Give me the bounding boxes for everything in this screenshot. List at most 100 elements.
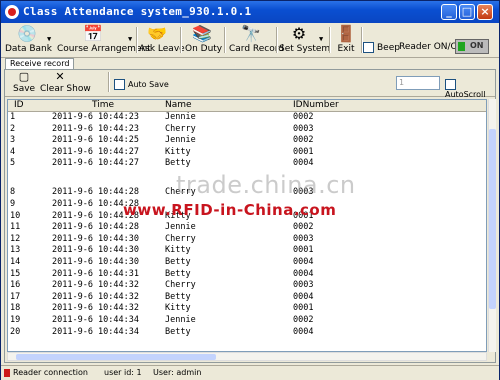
record-toolbar: ▢ Save ✕ Clear Show Auto Save 1 AutoScro… bbox=[5, 70, 495, 100]
cell-id: 18 bbox=[10, 303, 21, 314]
tab-strip: Receive record bbox=[1, 57, 499, 70]
table-row[interactable]: 15 2011-9-6 10:44:31 Betty 0004 bbox=[8, 268, 486, 280]
toolbar-separator bbox=[329, 27, 331, 53]
cell-idnumber: 0001 bbox=[293, 303, 314, 314]
cell-id: 11 bbox=[10, 222, 21, 233]
table-row[interactable]: 17 2011-9-6 10:44:32 Betty 0004 bbox=[8, 291, 486, 303]
table-row[interactable]: 12 2011-9-6 10:44:30 Cherry 0003 bbox=[8, 233, 486, 245]
table-row[interactable]: 2 2011-9-6 10:44:23 Cherry 0003 bbox=[8, 123, 486, 135]
checkbox-box[interactable] bbox=[445, 79, 456, 90]
cell-id: 13 bbox=[10, 245, 21, 256]
cell-name: Kitty bbox=[165, 245, 191, 256]
cell-name: Betty bbox=[165, 291, 191, 302]
cell-time: 2011-9-6 10:44:25 bbox=[52, 135, 139, 146]
toolbar-separator bbox=[136, 27, 138, 53]
cell-time: 2011-9-6 10:44:28 bbox=[52, 187, 139, 198]
cell-id: 2 bbox=[10, 123, 16, 134]
cell-id: 20 bbox=[10, 326, 21, 337]
records-grid[interactable]: ID Time Name IDNumber 1 2011-9-6 10:44:23… bbox=[7, 99, 487, 352]
column-header-time[interactable]: Time bbox=[92, 100, 114, 111]
cell-name: Jennie bbox=[165, 315, 196, 325]
auto-save-checkbox[interactable]: Auto Save bbox=[114, 79, 169, 90]
cell-id: 14 bbox=[10, 257, 21, 267]
scroll-thumb[interactable] bbox=[489, 129, 496, 309]
minimize-button[interactable]: _ bbox=[441, 4, 457, 20]
cell-time: 2011-9-6 10:44:30 bbox=[52, 257, 139, 267]
cell-name: Jennie bbox=[165, 222, 196, 233]
course-arrangement-button[interactable]: 📅 Course Arrangement bbox=[57, 24, 151, 55]
cell-time: 2011-9-6 10:44:30 bbox=[52, 245, 139, 256]
watermark-trade: trade.china.cn bbox=[176, 171, 356, 199]
beep-checkbox[interactable]: Beep bbox=[363, 42, 400, 53]
horizontal-scrollbar[interactable] bbox=[7, 352, 487, 361]
checkbox-box[interactable] bbox=[363, 42, 374, 53]
table-row[interactable]: 3 2011-9-6 10:44:25 Jennie 0002 bbox=[8, 134, 486, 146]
table-row[interactable]: 19 2011-9-6 10:44:34 Jennie 0002 bbox=[8, 314, 486, 326]
record-count-field[interactable]: 1 bbox=[396, 76, 440, 90]
cell-idnumber: 0001 bbox=[293, 245, 314, 256]
set-system-dropdown-arrow[interactable]: ▼ bbox=[319, 35, 323, 43]
cell-time: 2011-9-6 10:44:34 bbox=[52, 326, 139, 337]
cell-idnumber: 0003 bbox=[293, 280, 314, 291]
vertical-scrollbar[interactable] bbox=[488, 99, 496, 352]
status-bar: Reader connection user id: 1 User: admin bbox=[1, 365, 499, 380]
cell-time: 2011-9-6 10:44:23 bbox=[52, 112, 139, 122]
table-row[interactable]: 13 2011-9-6 10:44:30 Kitty 0001 bbox=[8, 244, 486, 256]
toolbar-separator bbox=[276, 27, 278, 53]
scroll-thumb[interactable] bbox=[16, 354, 216, 360]
save-button[interactable]: ▢ Save bbox=[13, 70, 35, 100]
watermark-rfid: www.RFID-in-China.com bbox=[123, 201, 337, 219]
cell-id: 1 bbox=[10, 112, 16, 122]
status-user-id: user id: 1 bbox=[104, 368, 142, 377]
books-icon: 📚 bbox=[192, 24, 212, 43]
course-arrangement-dropdown-arrow[interactable]: ▼ bbox=[128, 35, 132, 43]
column-header-name[interactable]: Name bbox=[165, 100, 192, 111]
table-row[interactable]: 14 2011-9-6 10:44:30 Betty 0004 bbox=[8, 256, 486, 268]
cell-idnumber: 0004 bbox=[293, 158, 314, 169]
data-bank-button[interactable]: 💿 Data Bank bbox=[5, 25, 52, 55]
cell-id: 4 bbox=[10, 146, 16, 157]
auto-scroll-checkbox[interactable]: AutoScroll bbox=[445, 79, 495, 99]
on-duty-button[interactable]: 📚 On Duty bbox=[185, 24, 222, 55]
column-header-id[interactable]: ID bbox=[14, 100, 24, 111]
maximize-button[interactable]: □ bbox=[459, 4, 475, 20]
cell-idnumber: 0004 bbox=[293, 291, 314, 302]
cell-id: 5 bbox=[10, 158, 16, 169]
table-row[interactable]: 18 2011-9-6 10:44:32 Kitty 0001 bbox=[8, 302, 486, 314]
checkbox-box[interactable] bbox=[114, 79, 125, 90]
data-bank-dropdown-arrow[interactable]: ▼ bbox=[47, 35, 51, 43]
table-row[interactable]: 1 2011-9-6 10:44:23 Jennie 0002 bbox=[8, 111, 486, 123]
cell-time: 2011-9-6 10:44:31 bbox=[52, 268, 139, 279]
exit-button[interactable]: 🚪 Exit bbox=[334, 25, 358, 55]
cell-name: Kitty bbox=[165, 303, 191, 314]
cell-name: Betty bbox=[165, 158, 191, 169]
close-button[interactable]: × bbox=[477, 4, 493, 20]
table-row[interactable]: 5 2011-9-6 10:44:27 Betty 0004 bbox=[8, 157, 486, 169]
cell-idnumber: 0004 bbox=[293, 257, 314, 267]
cell-idnumber: 0002 bbox=[293, 315, 314, 325]
clear-show-button[interactable]: ✕ Clear Show bbox=[40, 70, 91, 100]
title-bar[interactable]: Class Attendance system_930.1.0.1 _ □ × bbox=[1, 1, 499, 23]
cell-name: Cherry bbox=[165, 233, 196, 244]
table-row[interactable]: 4 2011-9-6 10:44:27 Kitty 0001 bbox=[8, 146, 486, 158]
reader-on-toggle[interactable]: ON bbox=[455, 39, 489, 54]
ask-leave-button[interactable]: 🤝 Ask Leave bbox=[139, 24, 185, 55]
cell-name: Jennie bbox=[165, 135, 196, 146]
save-icon: ▢ bbox=[18, 70, 30, 83]
cell-idnumber: 0002 bbox=[293, 222, 314, 233]
cell-id: 17 bbox=[10, 291, 21, 302]
calendar-icon: 📅 bbox=[83, 24, 103, 43]
table-row[interactable]: 16 2011-9-6 10:44:32 Cherry 0003 bbox=[8, 279, 486, 291]
main-toolbar: 💿 Data Bank ▼ 📅 Course Arrangement ▼ 🤝 A… bbox=[1, 23, 499, 58]
cell-name: Betty bbox=[165, 257, 191, 267]
cell-id: 16 bbox=[10, 280, 21, 291]
cell-id: 8 bbox=[10, 187, 16, 198]
table-row[interactable]: 20 2011-9-6 10:44:34 Betty 0004 bbox=[8, 326, 486, 338]
cell-id: 3 bbox=[10, 135, 16, 146]
handshake-icon: 🤝 bbox=[147, 24, 167, 43]
card-record-button[interactable]: 🔭 Card Record bbox=[229, 25, 284, 55]
set-system-button[interactable]: ⚙ Set System bbox=[279, 25, 330, 55]
cell-time: 2011-9-6 10:44:34 bbox=[52, 315, 139, 325]
table-row[interactable]: 11 2011-9-6 10:44:28 Jennie 0002 bbox=[8, 221, 486, 233]
column-header-idnumber[interactable]: IDNumber bbox=[293, 100, 339, 111]
